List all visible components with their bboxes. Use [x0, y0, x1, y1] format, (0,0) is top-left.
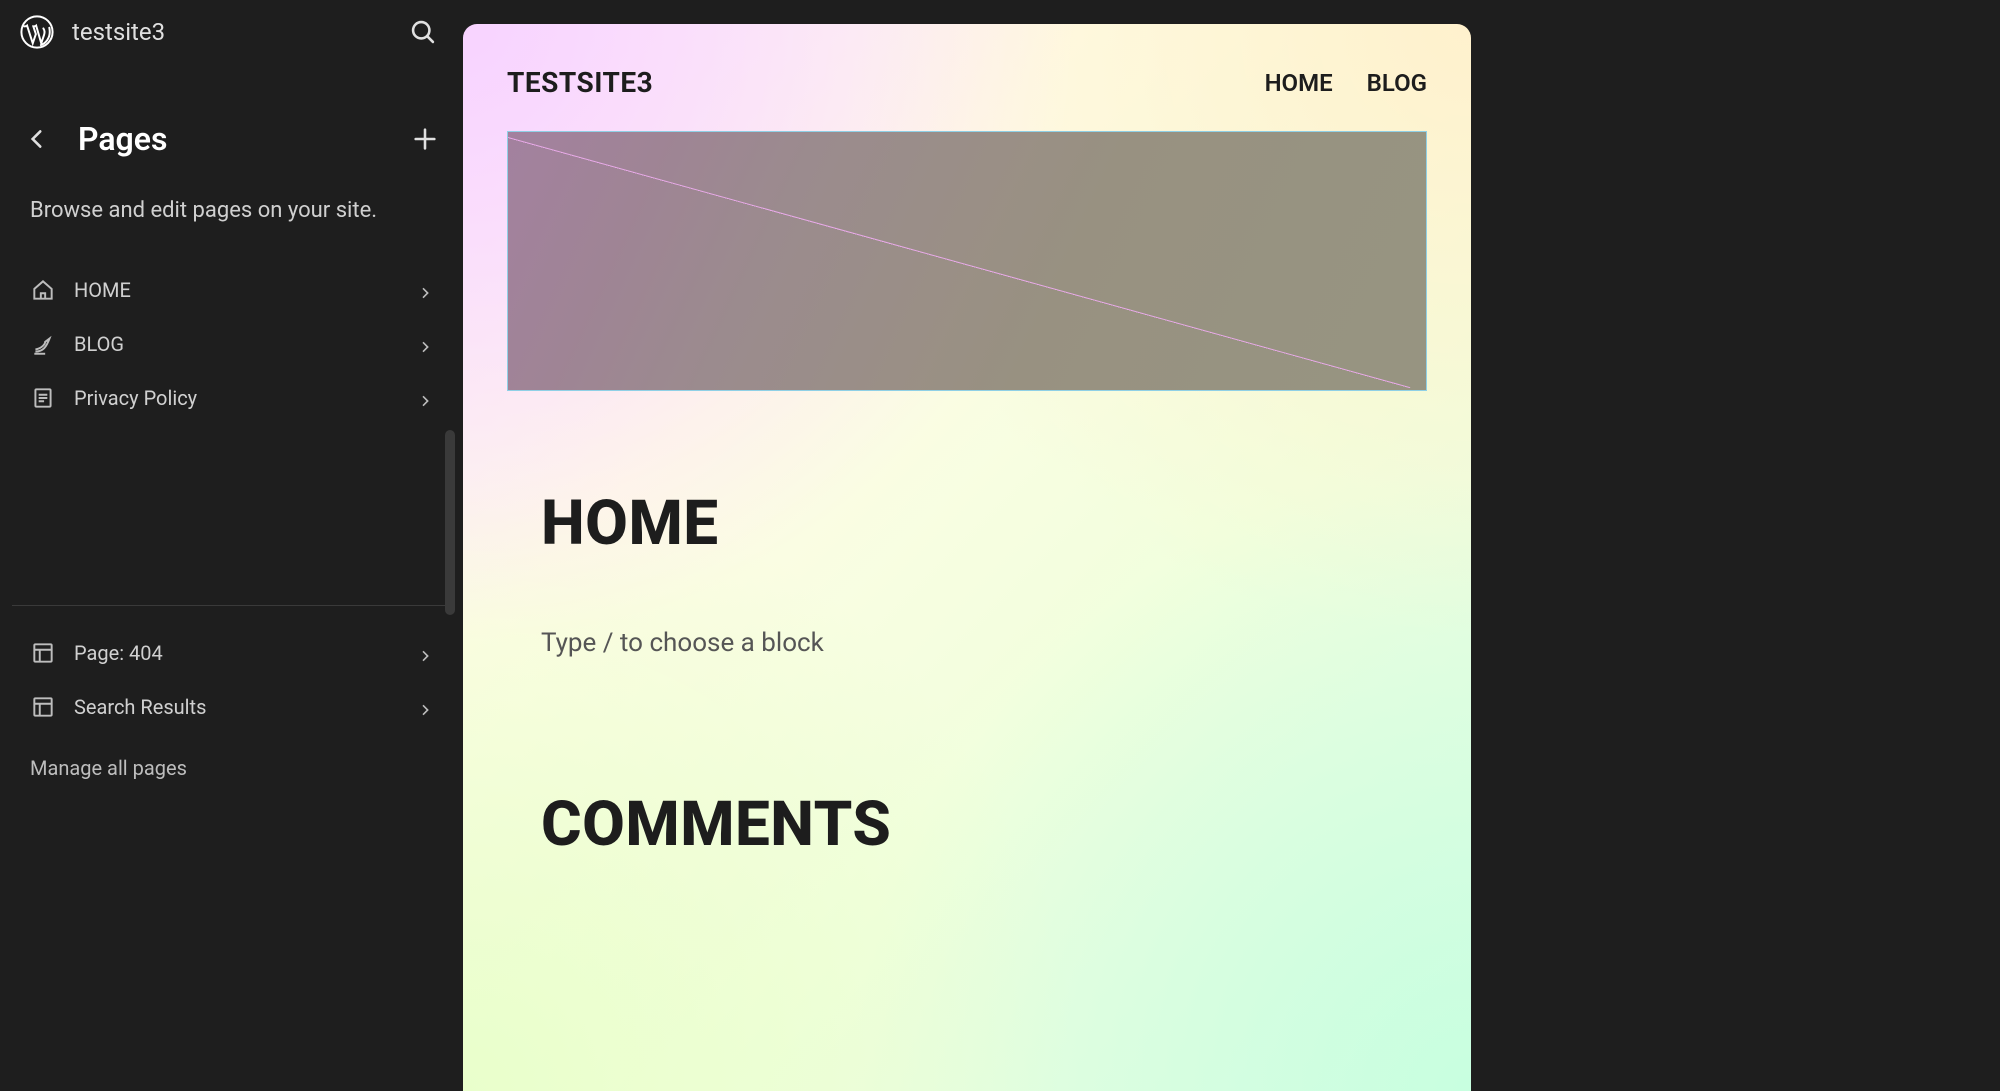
featured-image-placeholder[interactable]	[507, 131, 1427, 391]
site-name[interactable]: testsite3	[72, 18, 409, 46]
page-item-label: BLOG	[74, 332, 417, 356]
panel-description: Browse and edit pages on your site.	[0, 176, 463, 263]
page-item-blog[interactable]: BLOG	[14, 317, 449, 371]
layout-icon	[30, 694, 56, 720]
layout-icon	[30, 640, 56, 666]
home-icon	[30, 277, 56, 303]
template-item-404[interactable]: Page: 404	[14, 626, 449, 680]
nav-link-home[interactable]: HOME	[1265, 69, 1333, 97]
page-list: HOME BLOG Privacy Policy	[0, 263, 463, 425]
sidebar-top: testsite3	[0, 0, 463, 72]
block-prompt[interactable]: Type / to choose a block	[541, 628, 1427, 658]
template-item-search[interactable]: Search Results	[14, 680, 449, 734]
manage-all-pages-link[interactable]: Manage all pages	[0, 734, 463, 780]
preview-canvas[interactable]: TESTSITE3 HOME BLOG HOME Type / to choos…	[463, 24, 1471, 1091]
nav-link-blog[interactable]: BLOG	[1367, 69, 1427, 97]
panel-title: Pages	[78, 120, 411, 158]
add-page-icon[interactable]	[411, 125, 439, 153]
sidebar-scrollbar[interactable]	[445, 430, 455, 615]
page-item-label: HOME	[74, 278, 417, 302]
blank-area	[1471, 0, 2000, 1091]
sidebar: testsite3 Pages Browse and edit pages on…	[0, 0, 463, 1091]
preview-nav: HOME BLOG	[1265, 69, 1427, 97]
preview-site-title[interactable]: TESTSITE3	[507, 66, 653, 99]
chevron-right-icon	[417, 282, 433, 298]
chevron-right-icon	[417, 336, 433, 352]
panel-header: Pages	[0, 72, 463, 176]
wordpress-logo-icon[interactable]	[20, 15, 54, 49]
quill-icon	[30, 331, 56, 357]
page-item-home[interactable]: HOME	[14, 263, 449, 317]
back-icon[interactable]	[24, 126, 50, 152]
template-item-label: Page: 404	[74, 641, 417, 665]
preview-header: TESTSITE3 HOME BLOG	[463, 24, 1471, 131]
page-item-label: Privacy Policy	[74, 386, 417, 410]
template-item-label: Search Results	[74, 695, 417, 719]
comments-heading[interactable]: COMMENTS	[541, 788, 1427, 861]
preview-page-title[interactable]: HOME	[541, 487, 1427, 560]
chevron-right-icon	[417, 699, 433, 715]
page-item-privacy[interactable]: Privacy Policy	[14, 371, 449, 425]
chevron-right-icon	[417, 645, 433, 661]
search-icon[interactable]	[409, 18, 437, 46]
chevron-right-icon	[417, 390, 433, 406]
template-list: Page: 404 Search Results	[0, 606, 463, 734]
page-icon	[30, 385, 56, 411]
